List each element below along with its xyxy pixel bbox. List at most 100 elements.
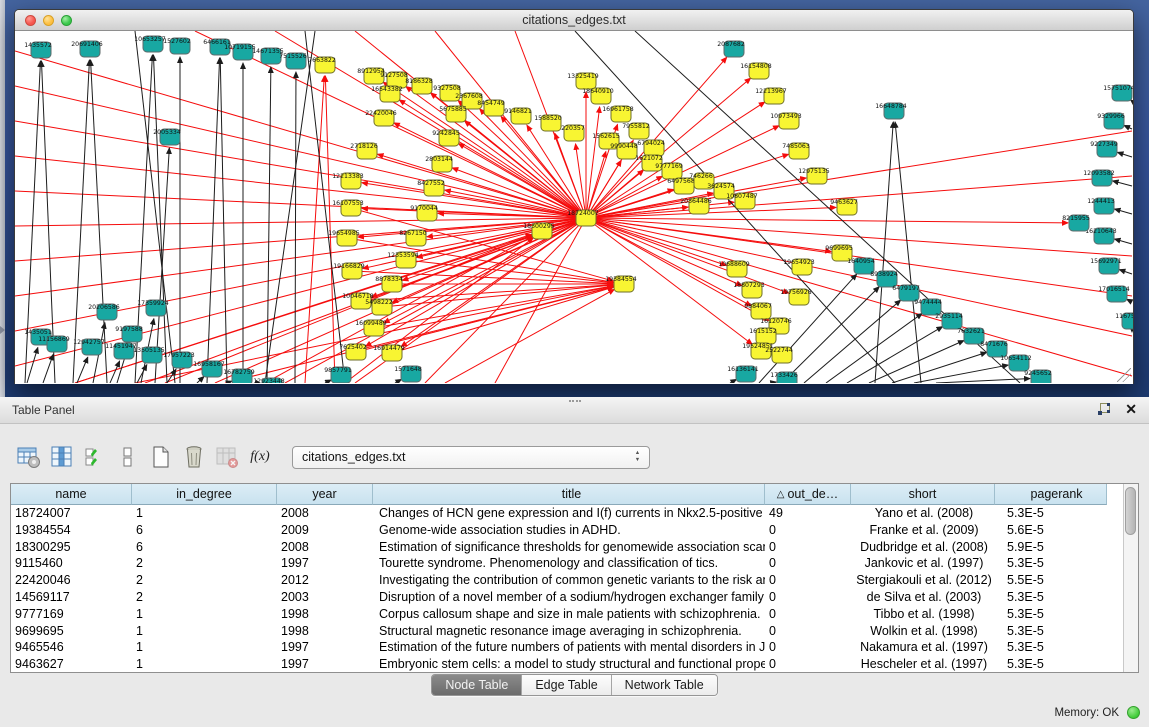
graph-node[interactable]: 11451947	[105, 343, 137, 359]
graph-node[interactable]: 7515526	[279, 53, 307, 69]
graph-node[interactable]: 9170044	[410, 205, 438, 221]
graph-node[interactable]: 13505135	[133, 347, 165, 363]
graph-node[interactable]: 12975135	[798, 168, 830, 184]
graph-node[interactable]: 2087682	[717, 41, 745, 57]
graph-node[interactable]: 16543382	[371, 86, 403, 102]
graph-node[interactable]: 8427552	[417, 180, 445, 196]
graph-node[interactable]: 9197588	[115, 326, 143, 342]
graph-node[interactable]: 7663822	[308, 57, 336, 73]
close-panel-icon[interactable]: ✕	[1125, 401, 1137, 418]
graph-node[interactable]: 12353594	[387, 252, 419, 268]
graph-node[interactable]: 16914479	[373, 345, 405, 361]
graph-node[interactable]: 1588520	[534, 115, 562, 131]
table-row[interactable]: 911546021997Tourette syndrome. Phenomeno…	[11, 555, 1123, 572]
tab-edge-table[interactable]: Edge Table	[522, 675, 611, 695]
delete-table-button-disabled[interactable]	[214, 444, 240, 470]
table-row[interactable]: 1456911722003Disruption of a novel membe…	[11, 589, 1123, 606]
graph-node[interactable]: 15692971	[1090, 258, 1122, 274]
zoom-window-button[interactable]	[61, 15, 72, 26]
graph-node[interactable]: 1615152	[749, 328, 777, 344]
table-select-dropdown[interactable]: citations_edges.txt ▲▼	[292, 446, 650, 469]
column-header-title[interactable]: title	[373, 484, 765, 505]
graph-node[interactable]: 15751074	[1103, 85, 1133, 101]
table-row[interactable]: 977716911998Corpus callosum shape and si…	[11, 606, 1123, 623]
graph-node[interactable]: 9884067	[744, 303, 772, 319]
graph-node[interactable]: 1435572	[24, 42, 52, 58]
column-header-name[interactable]: name	[11, 484, 132, 505]
graph-node[interactable]: 16961758	[602, 106, 634, 122]
tab-network-table[interactable]: Network Table	[612, 675, 717, 695]
graph-node[interactable]: 12213383	[332, 173, 364, 189]
resize-grip-icon[interactable]	[1117, 368, 1131, 382]
graph-node[interactable]: 12093582	[1083, 170, 1115, 186]
table-scrollbar[interactable]	[1123, 484, 1138, 672]
graph-node[interactable]: 8186328	[405, 78, 433, 94]
function-builder-button[interactable]: f(x)	[247, 444, 273, 470]
column-header-year[interactable]: year	[277, 484, 373, 505]
delete-rows-button[interactable]	[181, 444, 207, 470]
network-canvas[interactable]: 1435572206914061065325715276026466161107…	[15, 31, 1133, 384]
window-titlebar[interactable]: citations_edges.txt	[15, 10, 1133, 31]
graph-node[interactable]: 20691406	[71, 41, 103, 57]
table-options-button[interactable]	[16, 444, 42, 470]
graph-node[interactable]: 22420046	[365, 110, 397, 126]
graph-node[interactable]: 16154808	[740, 63, 772, 79]
graph-node[interactable]: 2935114	[935, 313, 963, 329]
graph-node[interactable]: 7625402	[339, 344, 367, 360]
graph-node[interactable]: 18640910	[582, 88, 614, 104]
graph-node[interactable]: 8454749	[477, 100, 505, 116]
graph-node[interactable]: 19166829	[333, 263, 365, 279]
graph-node[interactable]: 7955812	[622, 123, 650, 139]
float-panel-icon[interactable]	[1097, 403, 1111, 422]
graph-node[interactable]: 1733426	[770, 372, 798, 383]
column-header-out_de[interactable]: △out_de…	[765, 484, 851, 505]
graph-node[interactable]: 9857791	[324, 367, 352, 383]
show-column-button[interactable]	[49, 444, 75, 470]
column-header-pagerank[interactable]: pagerank	[995, 484, 1107, 505]
graph-node[interactable]: 10973493	[770, 113, 802, 129]
network-graph[interactable]: 1435572206914061065325715276026466161107…	[15, 31, 1133, 383]
network-window[interactable]: citations_edges.txt 1435572 20691406 10653…	[14, 9, 1134, 384]
graph-node[interactable]: 16210643	[1085, 228, 1117, 244]
table-row[interactable]: 2242004622012Investigating the contribut…	[11, 572, 1123, 589]
graph-node[interactable]: 6794024	[637, 140, 665, 156]
table-row[interactable]: 946554611997Estimation of the future num…	[11, 639, 1123, 656]
graph-node[interactable]: 7485063	[782, 143, 810, 159]
graph-node[interactable]: 20206586	[88, 304, 120, 320]
graph-node[interactable]: 19654923	[783, 259, 815, 275]
graph-node[interactable]: 16782759	[223, 369, 255, 383]
graph-node[interactable]: 12923448	[253, 378, 285, 383]
graph-node[interactable]: 16648784	[875, 103, 907, 119]
graph-node[interactable]: 19654985	[328, 230, 360, 246]
select-columns-button[interactable]	[82, 444, 108, 470]
graph-node[interactable]: 12942757	[73, 339, 105, 355]
graph-node[interactable]: 1167533	[1115, 313, 1133, 329]
table-row[interactable]: 969969511998Structural magnetic resonanc…	[11, 623, 1123, 640]
graph-node[interactable]: 1527602	[163, 38, 191, 54]
graph-node[interactable]: 20364486	[680, 198, 712, 214]
graph-node[interactable]: 9990448	[610, 143, 638, 159]
graph-node[interactable]: 17359924	[137, 300, 169, 316]
graph-node[interactable]: 16958167	[193, 361, 225, 377]
graph-node[interactable]: 2718126	[350, 143, 378, 159]
table-row[interactable]: 1938455462009Genome-wide association stu…	[11, 522, 1123, 539]
graph-node[interactable]: 17957223	[163, 352, 195, 368]
graph-node[interactable]: 1571648	[394, 366, 422, 382]
row-height-button[interactable]	[115, 444, 141, 470]
table-row[interactable]: 946362711997Embryonic stem cells: a mode…	[11, 656, 1123, 673]
graph-node[interactable]: 13325419	[567, 73, 599, 89]
new-table-button[interactable]	[148, 444, 174, 470]
graph-node[interactable]: 12213967	[755, 88, 787, 104]
tab-node-table[interactable]: Node Table	[432, 675, 522, 695]
graph-node[interactable]: 16107553	[332, 200, 364, 216]
graph-node[interactable]: 9245652	[1024, 370, 1052, 383]
graph-node[interactable]: 10653257	[134, 36, 166, 52]
close-window-button[interactable]	[25, 15, 36, 26]
graph-node[interactable]: 19756928	[780, 289, 812, 305]
graph-node[interactable]: 8267150	[399, 230, 427, 246]
graph-node[interactable]: 16136141	[727, 366, 759, 382]
graph-node[interactable]: 16099489	[355, 320, 387, 336]
splitter-handle[interactable]	[569, 397, 581, 402]
minimize-window-button[interactable]	[43, 15, 54, 26]
column-header-in_degree[interactable]: in_degree	[132, 484, 277, 505]
